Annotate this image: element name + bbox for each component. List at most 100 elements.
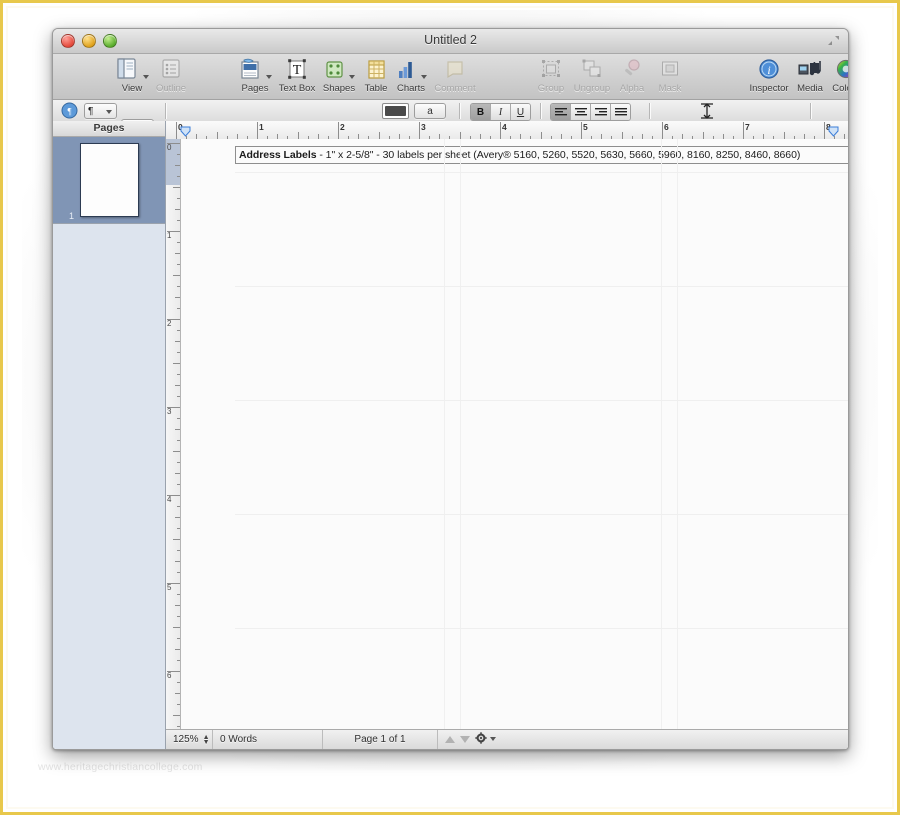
label-grid-line	[235, 514, 848, 515]
toolbar-label: Outline	[144, 83, 198, 94]
ruler-tick-label: 5	[583, 122, 588, 132]
fullscreen-icon[interactable]	[826, 33, 841, 48]
ruler-minor-tick	[173, 363, 180, 364]
mask-icon	[643, 57, 697, 81]
ruler-minor-tick	[175, 429, 180, 430]
page-thumbnail-number: 1	[69, 211, 74, 221]
heading-text-box[interactable]: Address Labels - 1" x 2-5/8" - 30 labels…	[235, 146, 848, 164]
watermark-text: www.heritagechristiancollege.com	[38, 761, 288, 779]
left-indent-marker[interactable]	[180, 124, 191, 133]
paragraph-style-popup[interactable]: ¶	[84, 103, 117, 119]
ruler-tick-label: 1	[167, 232, 171, 240]
ruler-minor-tick	[175, 209, 180, 210]
ruler-minor-tick	[177, 308, 180, 309]
ruler-minor-tick	[177, 176, 180, 177]
comment-icon	[428, 57, 482, 81]
ruler-major-tick	[257, 122, 258, 139]
page-thumbnail-item[interactable]: 1	[53, 137, 165, 224]
ruler-minor-tick	[177, 528, 180, 529]
sidebar-header: Pages	[53, 121, 165, 137]
ruler-minor-tick	[175, 253, 180, 254]
ruler-minor-tick	[177, 484, 180, 485]
text-color-swatch[interactable]	[382, 103, 409, 119]
ruler-major-tick	[167, 143, 180, 144]
ruler-major-tick	[167, 231, 180, 232]
ruler-minor-tick	[175, 693, 180, 694]
page-indicator: Page 1 of 1	[323, 730, 438, 749]
ruler-minor-tick	[173, 451, 180, 452]
ruler-minor-tick	[173, 715, 180, 716]
page-up-icon[interactable]	[445, 736, 455, 743]
svg-text:T: T	[293, 63, 302, 78]
ruler-minor-tick	[177, 418, 180, 419]
right-indent-marker[interactable]	[828, 124, 839, 133]
ruler-major-tick	[176, 122, 177, 139]
ruler-minor-tick	[175, 165, 180, 166]
vertical-ruler[interactable]: 01234567	[166, 139, 181, 730]
ruler-tick-label: 7	[745, 122, 750, 132]
document-canvas[interactable]: Address Labels - 1" x 2-5/8" - 30 labels…	[181, 139, 848, 730]
ruler-major-tick	[419, 122, 420, 139]
pages-app-window: Untitled 2 View	[52, 28, 849, 750]
ruler-tick-label: 6	[664, 122, 669, 132]
ruler-tick-label: 4	[502, 122, 507, 132]
ruler-major-tick	[581, 122, 582, 139]
ruler-minor-tick	[784, 132, 785, 139]
ruler-minor-tick	[173, 275, 180, 276]
stepper-arrows-icon: ▲▼	[203, 735, 210, 745]
ruler-minor-tick	[177, 286, 180, 287]
ruler-minor-tick	[175, 341, 180, 342]
ruler-major-tick	[167, 495, 180, 496]
ruler-major-tick	[167, 407, 180, 408]
toolbar-button-mask[interactable]: Mask	[643, 57, 697, 94]
page-down-icon[interactable]	[460, 736, 470, 743]
background-color-button[interactable]: a	[414, 103, 446, 119]
ruler-minor-tick	[177, 616, 180, 617]
italic-button[interactable]: I	[491, 104, 511, 120]
underline-button[interactable]: U	[511, 104, 530, 120]
text-style-group: B I U	[470, 103, 531, 121]
ruler-minor-tick	[298, 132, 299, 139]
bold-button[interactable]: B	[471, 104, 491, 120]
ruler-minor-tick	[177, 704, 180, 705]
horizontal-ruler[interactable]: 012345678	[166, 121, 848, 140]
page-thumbnail[interactable]	[80, 143, 139, 217]
format-bar: ¶ ¶ a Helvetica ▲▼ Bold ▲▼ 10	[53, 100, 848, 123]
align-justify-button[interactable]	[611, 104, 630, 120]
window-title-bar[interactable]: Untitled 2	[53, 29, 848, 54]
toolbar-button-comment[interactable]: Comment	[428, 57, 482, 94]
ruler-minor-tick	[217, 132, 218, 139]
ruler-major-tick	[662, 122, 663, 139]
ruler-major-tick	[824, 122, 825, 139]
toolbar-label: Colors	[819, 83, 849, 94]
zoom-control[interactable]: 125% ▲▼	[166, 730, 213, 749]
gear-icon[interactable]	[475, 732, 487, 747]
align-center-button[interactable]	[571, 104, 591, 120]
ruler-minor-tick	[541, 132, 542, 139]
ruler-minor-tick	[177, 550, 180, 551]
ruler-minor-tick	[177, 374, 180, 375]
label-grid-line	[460, 139, 461, 730]
heading-rest-part: - 1" x 2-5/8" - 30 labels per sheet (Ave…	[317, 149, 801, 161]
ruler-minor-tick	[177, 264, 180, 265]
toolbar-button-outline[interactable]: Outline	[144, 57, 198, 94]
label-grid-line	[235, 400, 848, 401]
heading-text: Address Labels - 1" x 2-5/8" - 30 labels…	[239, 149, 800, 161]
ruler-minor-tick	[177, 572, 180, 573]
align-left-button[interactable]	[551, 104, 571, 120]
page-nav-group	[438, 730, 508, 749]
svg-text:¶: ¶	[67, 107, 71, 117]
document-area: Pages 1 012345678 01234567 Address Label…	[53, 121, 848, 749]
toolbar-button-colors[interactable]: Colors	[819, 57, 849, 94]
ruler-minor-tick	[173, 627, 180, 628]
ruler-minor-tick	[175, 473, 180, 474]
align-right-button[interactable]	[591, 104, 611, 120]
ruler-minor-tick	[173, 187, 180, 188]
label-grid-line	[235, 172, 848, 173]
ruler-tick-label: 3	[167, 408, 171, 416]
ruler-minor-tick	[177, 440, 180, 441]
toolbar-label: Comment	[428, 83, 482, 94]
ruler-minor-tick	[175, 385, 180, 386]
ruler-tick-label: 1	[259, 122, 264, 132]
ruler-major-tick	[338, 122, 339, 139]
